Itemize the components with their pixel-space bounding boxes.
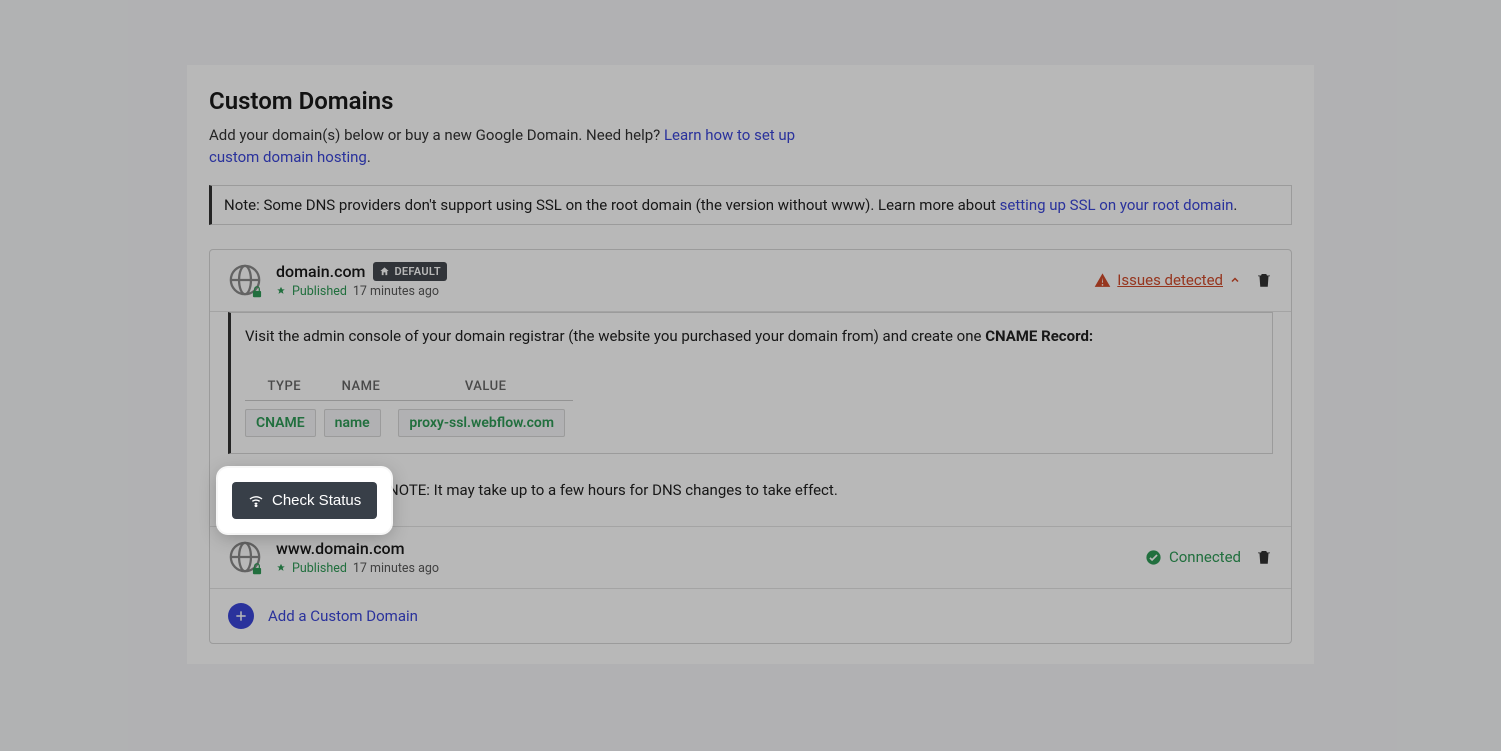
published-icon: [276, 563, 286, 573]
domain-row: www.domain.com Published 17 minutes ago …: [210, 527, 1291, 589]
ssl-note: Note: Some DNS providers don't support u…: [209, 185, 1292, 225]
add-custom-domain-row[interactable]: Add a Custom Domain: [210, 589, 1291, 643]
ssl-root-link[interactable]: setting up SSL on your root domain: [1000, 196, 1234, 214]
dns-name-value: name: [324, 409, 381, 437]
delete-domain-button[interactable]: [1255, 548, 1273, 566]
dns-value-value: proxy-ssl.webflow.com: [398, 409, 565, 437]
chevron-up-icon: [1229, 274, 1241, 286]
highlight-callout: Check Status: [218, 468, 391, 533]
check-circle-icon: [1145, 549, 1162, 566]
domain-name: domain.com: [276, 262, 365, 281]
wifi-icon: [248, 493, 264, 509]
lock-icon: [250, 562, 264, 576]
page-title: Custom Domains: [209, 87, 1292, 115]
default-badge: DEFAULT: [373, 262, 446, 281]
globe-icon: [228, 263, 262, 297]
domains-list: domain.com DEFAULT Published 17 minutes …: [209, 249, 1292, 644]
dns-instructions: Visit the admin console of your domain r…: [228, 312, 1273, 454]
dns-record-table: TYPE NAME VALUE CNAME name proxy-ssl.web…: [245, 373, 573, 437]
plus-icon: [228, 603, 254, 629]
dns-propagation-note: NOTE: It may take up to a few hours for …: [388, 481, 838, 499]
lock-icon: [250, 285, 264, 299]
globe-icon: [228, 540, 262, 574]
warning-icon: [1094, 272, 1111, 289]
domain-row: domain.com DEFAULT Published 17 minutes …: [210, 250, 1291, 312]
check-status-button[interactable]: Check Status: [232, 482, 377, 519]
custom-domains-panel: Custom Domains Add your domain(s) below …: [187, 65, 1314, 664]
issues-detected-toggle[interactable]: Issues detected: [1094, 271, 1241, 289]
connected-status: Connected: [1145, 548, 1241, 566]
delete-domain-button[interactable]: [1255, 271, 1273, 289]
home-icon: [379, 266, 390, 277]
domain-name: www.domain.com: [276, 539, 405, 558]
page-subtitle: Add your domain(s) below or buy a new Go…: [209, 125, 849, 169]
add-custom-domain-label: Add a Custom Domain: [268, 607, 418, 625]
published-icon: [276, 286, 286, 296]
dns-type-value: CNAME: [245, 409, 316, 437]
